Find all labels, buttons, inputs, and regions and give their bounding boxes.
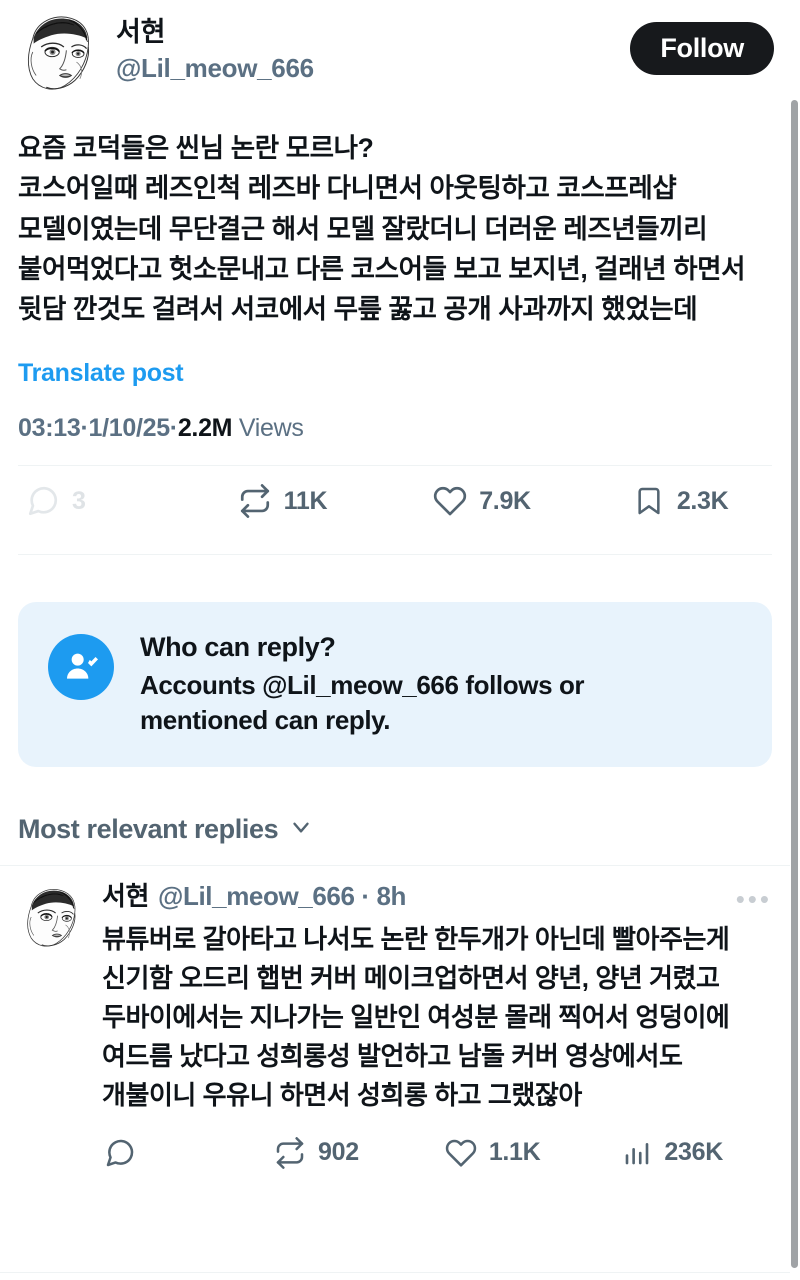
reply-item[interactable]: 서현 @Lil_meow_666 · 8h ••• 뷰튜버로 갈아타고 나서도 논…	[0, 866, 790, 1185]
author-display-name: 서현	[116, 17, 166, 47]
reply-header: 서현 @Lil_meow_666 · 8h •••	[102, 880, 772, 914]
post-content-column: 서현 @Lil_meow_666 Follow 요즘 코덕들은 씬님 논란 모르…	[0, 0, 790, 1185]
post-body: 요즘 코덕들은 씬님 논란 모르나? 코스어일때 레즈인척 레즈바 다니면서 아…	[0, 110, 790, 329]
reply-display-name: 서현	[102, 881, 150, 912]
meta-separator-2: ·	[169, 414, 178, 443]
post-text: 요즘 코덕들은 씬님 논란 모르나? 코스어일때 레즈인척 레즈바 다니면서 아…	[18, 133, 746, 325]
bookmark-button[interactable]: 2.3K	[633, 485, 729, 517]
replies-sort-label: Most relevant replies	[18, 813, 279, 844]
bookmark-count: 2.3K	[676, 486, 729, 515]
reply-like-button[interactable]: 1.1K	[445, 1137, 541, 1169]
page-scrollbar[interactable]	[790, 0, 800, 1280]
heart-icon	[433, 484, 467, 518]
divider-below-actions	[18, 554, 772, 556]
author-handle[interactable]: @Lil_meow_666	[116, 52, 630, 86]
analytics-bar-chart-icon	[622, 1138, 652, 1168]
divider-above-actions	[18, 465, 772, 467]
replies-sort-selector[interactable]: Most relevant replies	[0, 793, 790, 865]
reply-author-line: 서현 @Lil_meow_666 · 8h	[102, 880, 736, 914]
reply-retweet-button[interactable]: 902	[274, 1136, 359, 1169]
more-options-icon[interactable]: •••	[736, 880, 772, 912]
avatar[interactable]	[16, 10, 100, 94]
post-views-count: 2.2M	[177, 414, 233, 443]
post-time: 03:13	[18, 414, 81, 443]
retweet-icon	[238, 484, 272, 519]
verified-person-icon	[48, 634, 114, 701]
reply-separator: ·	[361, 881, 370, 912]
reply-icon	[26, 484, 60, 518]
reply-button[interactable]: 3	[26, 484, 86, 518]
reply-like-count: 1.1K	[488, 1138, 541, 1167]
post-views-label: Views	[238, 414, 304, 443]
scrollbar-thumb[interactable]	[791, 100, 798, 1268]
reply-reply-button[interactable]	[104, 1137, 148, 1169]
follow-button[interactable]: Follow	[630, 22, 774, 75]
who-can-reply-title: Who can reply?	[140, 632, 336, 663]
reply-retweet-count: 902	[318, 1138, 359, 1167]
who-can-reply-text: Who can reply? Accounts @Lil_meow_666 fo…	[140, 630, 610, 737]
reply-avatar[interactable]	[18, 884, 84, 951]
who-can-reply-box[interactable]: Who can reply? Accounts @Lil_meow_666 fo…	[18, 602, 772, 768]
post-action-bar: 3 11K 7.9K 2.3K	[0, 470, 790, 532]
reply-action-bar: 902 1.1K 236K	[102, 1121, 772, 1185]
like-button[interactable]: 7.9K	[433, 484, 531, 518]
reply-text: 뷰튜버로 갈아타고 나서도 논란 한두개가 아닌데 빨아주는게 신기함 오드리 …	[102, 923, 737, 1110]
post-metadata: 03:13·1/10/25·2.2M Views	[18, 414, 790, 443]
divider-bottom	[0, 1272, 790, 1273]
reply-views-button[interactable]: 236K	[622, 1138, 723, 1168]
retweet-count: 11K	[283, 486, 328, 515]
who-can-reply-description: Accounts @Lil_meow_666 follows or mentio…	[140, 670, 585, 735]
reply-count: 3	[72, 486, 86, 515]
reply-views-count: 236K	[664, 1138, 723, 1167]
retweet-button[interactable]: 11K	[238, 484, 328, 519]
reply-handle[interactable]: @Lil_meow_666	[158, 881, 355, 911]
translate-post-link[interactable]: Translate post	[18, 359, 184, 388]
reply-content: 서현 @Lil_meow_666 · 8h ••• 뷰튜버로 갈아타고 나서도 논…	[102, 880, 772, 1185]
post-date: 1/10/25	[88, 414, 170, 443]
like-count: 7.9K	[479, 486, 531, 515]
author-identity: 서현 @Lil_meow_666	[116, 10, 630, 86]
post-detail-page: 서현 @Lil_meow_666 Follow 요즘 코덕들은 씬님 논란 모르…	[0, 0, 800, 1280]
bookmark-icon	[633, 485, 665, 517]
chevron-down-icon	[288, 814, 314, 845]
reply-timestamp: 8h	[376, 881, 406, 912]
post-header: 서현 @Lil_meow_666 Follow	[0, 0, 790, 110]
retweet-icon	[274, 1136, 306, 1169]
reply-icon	[104, 1137, 136, 1169]
heart-icon	[445, 1137, 477, 1169]
